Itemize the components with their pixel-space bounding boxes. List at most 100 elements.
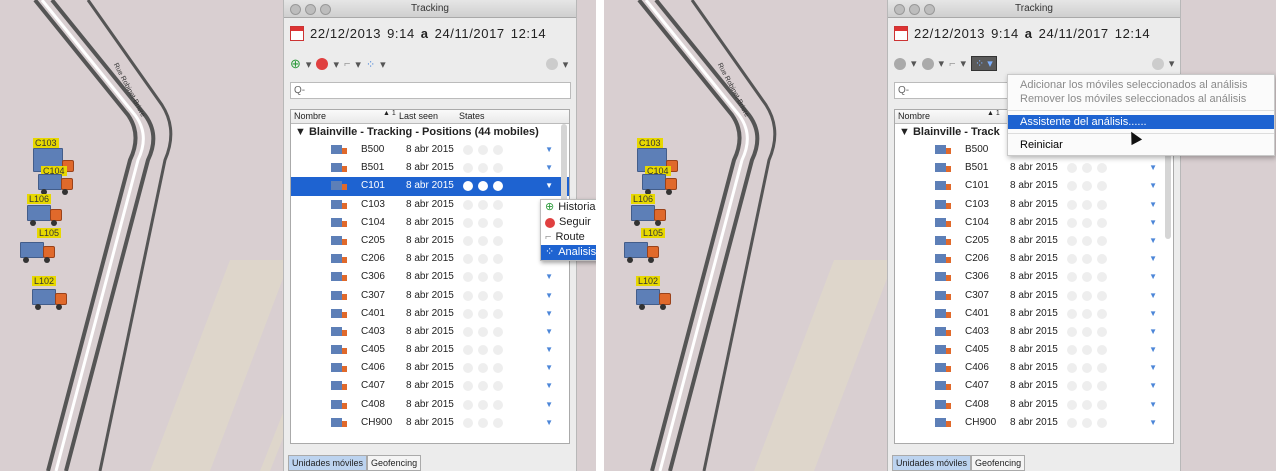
table-row[interactable]: C1048 abr 2015▼ — [291, 214, 569, 232]
table-row[interactable]: C1038 abr 2015▼ — [291, 196, 569, 214]
date-range[interactable]: 22/12/2013 9:14 a 24/11/2017 12:14 — [894, 26, 1150, 41]
menu-item-remove-selected[interactable]: Remover los móviles seleccionados al aná… — [1008, 92, 1274, 106]
follow-icon[interactable] — [921, 57, 934, 70]
table-row[interactable]: C307 8 abr 2015 ▼ — [291, 287, 569, 305]
table-row[interactable]: C2068 abr 2015▼ — [291, 250, 569, 268]
dropdown-icon[interactable]: ▾ — [380, 58, 386, 71]
row-dropdown-icon[interactable]: ▼ — [1149, 377, 1157, 395]
row-dropdown-icon[interactable]: ▼ — [1149, 196, 1157, 214]
menu-item-analisis[interactable]: ⁘ Analisis — [541, 245, 596, 260]
row-dropdown-icon[interactable]: ▼ — [1149, 414, 1157, 432]
dropdown-icon[interactable]: ▾ — [306, 58, 312, 71]
menu-item-seguir[interactable]: Seguir — [541, 215, 596, 230]
row-dropdown-icon[interactable]: ▼ — [1149, 177, 1157, 195]
table-row[interactable]: C406 8 abr 2015 ▼ — [291, 359, 569, 377]
table-row[interactable]: C405 8 abr 2015 ▼ — [895, 341, 1173, 359]
table-row[interactable]: C307 8 abr 2015 ▼ — [895, 287, 1173, 305]
table-row[interactable]: C2058 abr 2015▼ — [895, 232, 1173, 250]
close-button[interactable] — [290, 4, 301, 15]
table-row[interactable]: B501 8 abr 2015 ▼ — [895, 159, 1173, 177]
table-row[interactable]: B501 8 abr 2015 ▼ — [291, 159, 569, 177]
dropdown-icon[interactable]: ▾ — [911, 57, 917, 70]
table-row[interactable]: C2068 abr 2015▼ — [895, 250, 1173, 268]
table-row[interactable]: C403 8 abr 2015 ▼ — [291, 323, 569, 341]
dropdown-icon[interactable]: ▾ — [1169, 57, 1175, 70]
table-row[interactable]: C2058 abr 2015▼ — [291, 232, 569, 250]
follow-icon[interactable] — [316, 58, 329, 70]
row-dropdown-icon[interactable]: ▼ — [545, 323, 553, 341]
table-row[interactable]: C1038 abr 2015▼ — [895, 196, 1173, 214]
dropdown-icon[interactable]: ▾ — [961, 57, 967, 70]
dropdown-icon[interactable]: ▾ — [939, 57, 945, 70]
row-dropdown-icon[interactable]: ▼ — [545, 414, 553, 432]
history-icon[interactable] — [894, 57, 906, 70]
col-name[interactable]: Nombre — [898, 111, 930, 121]
table-row[interactable]: C407 8 abr 2015 ▼ — [895, 377, 1173, 395]
table-row[interactable]: C406 8 abr 2015 ▼ — [895, 359, 1173, 377]
zoom-button[interactable] — [924, 4, 935, 15]
minimize-button[interactable] — [305, 4, 316, 15]
row-dropdown-icon[interactable]: ▼ — [545, 341, 553, 359]
close-button[interactable] — [894, 4, 905, 15]
row-dropdown-icon[interactable]: ▼ — [545, 359, 553, 377]
dropdown-icon[interactable]: ▾ — [355, 58, 361, 71]
row-dropdown-icon[interactable]: ▼ — [1149, 232, 1157, 250]
table-row[interactable]: C407 8 abr 2015 ▼ — [291, 377, 569, 395]
analysis-icon[interactable]: ⁘ — [366, 58, 375, 71]
route-icon[interactable]: ⌐ — [344, 58, 350, 70]
row-dropdown-icon[interactable]: ▼ — [545, 159, 553, 177]
row-dropdown-icon[interactable]: ▼ — [545, 141, 553, 159]
tab-unidades[interactable]: Unidades móviles — [892, 455, 972, 471]
col-last-seen[interactable]: Last seen — [399, 111, 438, 121]
table-row[interactable]: C1048 abr 2015▼ — [895, 214, 1173, 232]
row-dropdown-icon[interactable]: ▼ — [545, 305, 553, 323]
row-dropdown-icon[interactable]: ▼ — [545, 177, 553, 195]
row-dropdown-icon[interactable]: ▼ — [1149, 359, 1157, 377]
group-row[interactable]: ▼ Blainville - Tracking - Positions (44 … — [291, 124, 569, 141]
calendar-icon[interactable] — [290, 26, 304, 41]
row-dropdown-icon[interactable]: ▼ — [1149, 159, 1157, 177]
table-row[interactable]: C408 8 abr 2015 ▼ — [895, 396, 1173, 414]
menu-item-historial[interactable]: ⊕ Historial — [541, 200, 596, 215]
analysis-button[interactable]: ⁘ ▾ — [971, 56, 997, 71]
table-row[interactable]: C401 8 abr 2015 ▼ — [895, 305, 1173, 323]
row-dropdown-icon[interactable]: ▼ — [1149, 214, 1157, 232]
col-states[interactable]: States — [459, 111, 485, 121]
dropdown-icon[interactable]: ▾ — [333, 58, 339, 71]
table-row[interactable]: C101 8 abr 2015 ▼ — [291, 177, 569, 196]
row-dropdown-icon[interactable]: ▼ — [545, 287, 553, 305]
row-dropdown-icon[interactable]: ▼ — [1149, 268, 1157, 286]
menu-item-route[interactable]: ⌐ Route — [541, 230, 596, 245]
menu-item-add-selected[interactable]: Adicionar los móviles seleccionados al a… — [1008, 78, 1274, 92]
tab-unidades[interactable]: Unidades móviles — [288, 455, 368, 471]
col-name[interactable]: Nombre — [294, 111, 326, 121]
tab-geofencing[interactable]: Geofencing — [971, 455, 1026, 471]
row-dropdown-icon[interactable]: ▼ — [545, 377, 553, 395]
search-input[interactable]: Q- — [290, 82, 571, 99]
table-row[interactable]: CH900 8 abr 2015 ▼ — [291, 414, 569, 432]
table-row[interactable]: C306 8 abr 2015 ▼ — [895, 268, 1173, 286]
history-icon[interactable]: ⊕ — [290, 56, 301, 72]
row-dropdown-icon[interactable]: ▼ — [1149, 305, 1157, 323]
table-row[interactable]: C403 8 abr 2015 ▼ — [895, 323, 1173, 341]
table-row[interactable]: C405 8 abr 2015 ▼ — [291, 341, 569, 359]
table-row[interactable]: CH900 8 abr 2015 ▼ — [895, 414, 1173, 432]
row-dropdown-icon[interactable]: ▼ — [545, 268, 553, 286]
menu-item-reiniciar[interactable]: Reiniciar — [1008, 138, 1274, 152]
zoom-button[interactable] — [320, 4, 331, 15]
menu-item-assistant[interactable]: Assistente del análisis...... — [1008, 115, 1274, 129]
route-icon[interactable]: ⌐ — [949, 58, 955, 70]
minimize-button[interactable] — [909, 4, 920, 15]
row-dropdown-icon[interactable]: ▼ — [1149, 287, 1157, 305]
dropdown-icon[interactable]: ▾ — [563, 58, 569, 71]
row-dropdown-icon[interactable]: ▼ — [1149, 341, 1157, 359]
table-row[interactable]: C306 8 abr 2015 ▼ — [291, 268, 569, 286]
date-range[interactable]: 22/12/2013 9:14 a 24/11/2017 12:14 — [290, 26, 546, 41]
tab-geofencing[interactable]: Geofencing — [367, 455, 422, 471]
table-row[interactable]: B500 8 abr 2015 ▼ — [291, 141, 569, 159]
table-row[interactable]: C401 8 abr 2015 ▼ — [291, 305, 569, 323]
table-row[interactable]: C408 8 abr 2015 ▼ — [291, 396, 569, 414]
settings-icon[interactable] — [545, 58, 558, 70]
row-dropdown-icon[interactable]: ▼ — [1149, 396, 1157, 414]
table-row[interactable]: C101 8 abr 2015 ▼ — [895, 177, 1173, 195]
